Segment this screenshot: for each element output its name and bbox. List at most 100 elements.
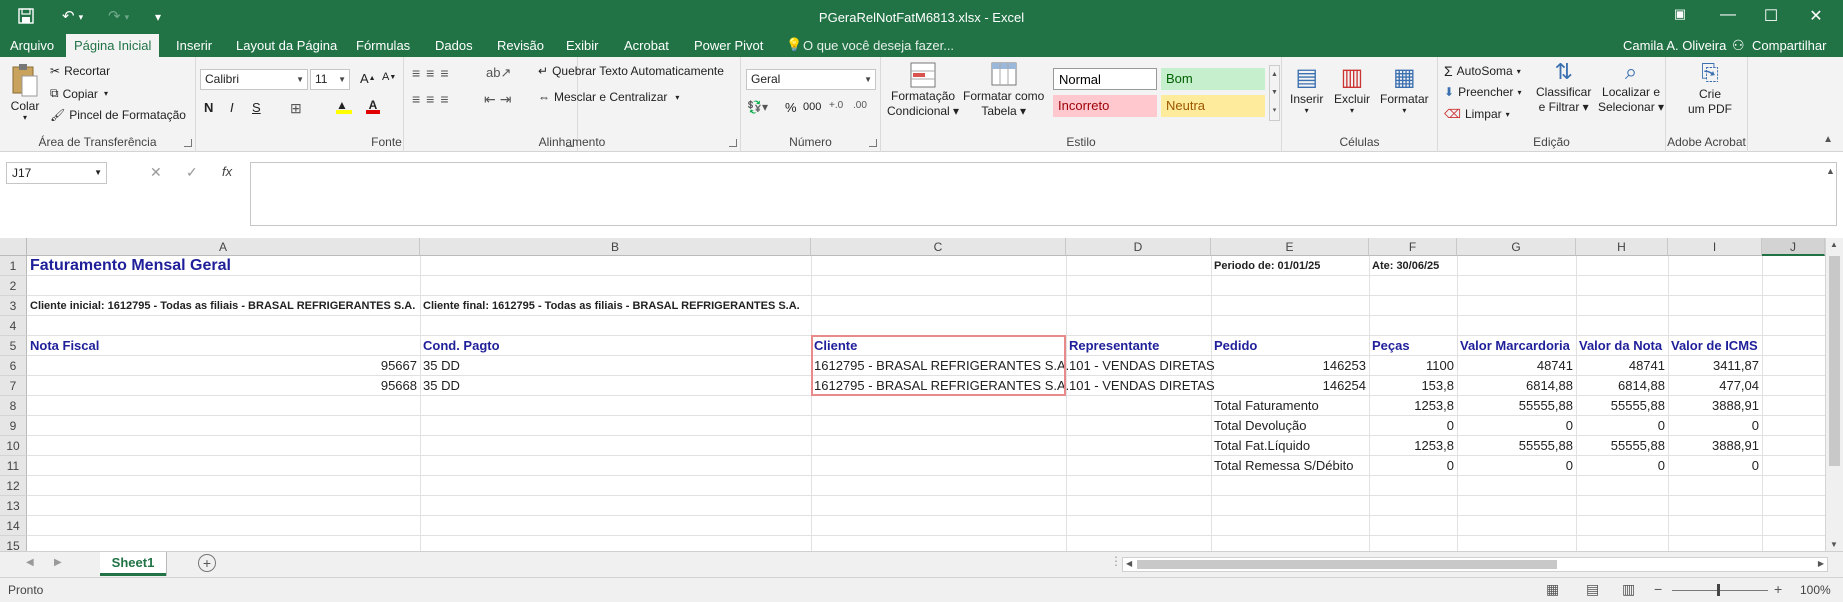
total-value[interactable]: 55555,88 <box>1577 396 1667 416</box>
zoom-level[interactable]: 100% <box>1800 583 1831 597</box>
zoom-in-icon[interactable]: + <box>1774 581 1782 597</box>
total-value[interactable]: 1253,8 <box>1370 396 1456 416</box>
tell-me-input[interactable]: O que você deseja fazer... <box>803 34 954 57</box>
share-icon[interactable]: ⚇ <box>1732 34 1745 57</box>
client-initial[interactable]: Cliente inicial: 1612795 - Todas as fili… <box>28 296 417 316</box>
format-cells-button[interactable]: ▦ Formatar ▾ <box>1380 63 1429 115</box>
cell-valor-icms[interactable]: 3411,87 <box>1669 356 1761 376</box>
alignment-launcher[interactable] <box>729 139 737 147</box>
tab-layout[interactable]: Layout da Página <box>228 34 345 57</box>
font-name-select[interactable]: Calibri ▼ <box>200 69 308 90</box>
h-scroll-thumb[interactable] <box>1137 560 1557 569</box>
number-launcher[interactable] <box>869 139 877 147</box>
autosum-button[interactable]: Σ AutoSoma ▾ <box>1444 63 1521 79</box>
vertical-scrollbar[interactable]: ▲ ▼ <box>1825 238 1843 551</box>
cell-pedido[interactable]: 146254 <box>1212 376 1368 396</box>
currency-icon[interactable]: 💱▾ <box>747 100 768 114</box>
column-header-h[interactable]: H <box>1576 238 1668 256</box>
page-break-icon[interactable]: ▥ <box>1622 581 1635 598</box>
scroll-left-icon[interactable]: ◀ <box>1126 559 1132 568</box>
cancel-icon[interactable]: ✕ <box>150 164 162 181</box>
close-button[interactable]: ✕ <box>1801 6 1831 26</box>
total-label[interactable]: Total Devolução <box>1212 416 1309 436</box>
italic-button[interactable]: I <box>230 100 234 115</box>
total-value[interactable]: 1253,8 <box>1370 436 1456 456</box>
add-sheet-icon[interactable]: + <box>198 554 216 572</box>
total-value[interactable]: 55555,88 <box>1577 436 1667 456</box>
bold-button[interactable]: N <box>204 100 213 115</box>
decimal-increase-icon[interactable]: +.0 <box>829 100 843 111</box>
column-header-g[interactable]: G <box>1457 238 1576 256</box>
cell-representante[interactable]: 101 - VENDAS DIRETAS <box>1067 376 1217 396</box>
column-header-j[interactable]: J <box>1762 238 1825 256</box>
header-valor-nota[interactable]: Valor da Nota <box>1577 336 1664 356</box>
insert-cells-button[interactable]: ▤ Inserir ▾ <box>1290 63 1323 115</box>
share-button[interactable]: Compartilhar <box>1752 34 1826 57</box>
total-value[interactable]: 0 <box>1577 416 1667 436</box>
row-header[interactable]: 3 <box>0 296 27 316</box>
column-header-d[interactable]: D <box>1066 238 1211 256</box>
grow-font-button[interactable]: A ▲ <box>360 71 376 86</box>
column-header-f[interactable]: F <box>1369 238 1457 256</box>
total-value[interactable]: 0 <box>1370 456 1456 476</box>
tab-split-handle[interactable]: ⋮ <box>1110 554 1122 568</box>
cell-cliente[interactable]: 1612795 - BRASAL REFRIGERANTES S.A. <box>812 376 1069 396</box>
thousands-button[interactable]: 000 <box>803 101 821 113</box>
orientation-icon[interactable]: ab↗ <box>486 65 511 81</box>
formula-input[interactable] <box>250 162 1837 226</box>
vertical-align-icons[interactable]: ≡≡≡ <box>412 65 455 81</box>
header-pecas[interactable]: Peças <box>1370 336 1412 356</box>
cell-valor-mercadoria[interactable]: 48741 <box>1458 356 1575 376</box>
minimize-button[interactable]: — <box>1713 6 1743 24</box>
spreadsheet-grid[interactable]: A B C D E F G H I J 1 2 3 4 5 6 7 8 9 10… <box>0 238 1825 551</box>
scroll-right-icon[interactable]: ▶ <box>1818 559 1824 568</box>
shrink-font-button[interactable]: A ▼ <box>382 71 396 83</box>
horizontal-align-icons[interactable]: ≡≡≡ <box>412 91 455 107</box>
cell-nota-fiscal[interactable]: 95667 <box>28 356 419 376</box>
total-value[interactable]: 0 <box>1370 416 1456 436</box>
clear-button[interactable]: ⌫ Limpar ▾ <box>1444 107 1510 121</box>
borders-icon[interactable]: ⊞ <box>290 100 302 117</box>
cell-pecas[interactable]: 1100 <box>1370 356 1456 376</box>
total-value[interactable]: 0 <box>1458 456 1575 476</box>
percent-button[interactable]: % <box>785 100 797 115</box>
underline-button[interactable]: S <box>252 100 261 115</box>
collapse-ribbon-icon[interactable]: ▲ <box>1823 134 1833 145</box>
total-value[interactable]: 55555,88 <box>1458 396 1575 416</box>
style-neutral[interactable]: Neutra <box>1161 95 1265 117</box>
style-normal[interactable]: Normal <box>1053 68 1157 90</box>
style-good[interactable]: Bom <box>1161 68 1265 90</box>
period-end[interactable]: Ate: 30/06/25 <box>1370 256 1441 276</box>
ribbon-display-icon[interactable]: ▣ <box>1665 6 1695 22</box>
row-header[interactable]: 1 <box>0 256 27 276</box>
row-header[interactable]: 2 <box>0 276 27 296</box>
header-cond-pagto[interactable]: Cond. Pagto <box>421 336 502 356</box>
total-value[interactable]: 55555,88 <box>1458 436 1575 456</box>
cell-cliente[interactable]: 1612795 - BRASAL REFRIGERANTES S.A. <box>812 356 1069 376</box>
fill-button[interactable]: ⬇ Preencher ▾ <box>1444 85 1521 99</box>
cell-cond-pagto[interactable]: 35 DD <box>421 376 462 396</box>
tab-inserir[interactable]: Inserir <box>168 34 220 57</box>
tab-pagina-inicial[interactable]: Página Inicial <box>66 34 160 57</box>
column-header-b[interactable]: B <box>420 238 811 256</box>
scroll-thumb[interactable] <box>1829 256 1840 466</box>
find-select-button[interactable]: ⌕ Localizar e Selecionar ▾ <box>1598 59 1664 115</box>
header-representante[interactable]: Representante <box>1067 336 1161 356</box>
total-value[interactable]: 0 <box>1458 416 1575 436</box>
total-value[interactable]: 0 <box>1669 416 1761 436</box>
header-nota-fiscal[interactable]: Nota Fiscal <box>28 336 101 356</box>
tab-dados[interactable]: Dados <box>427 34 481 57</box>
merge-center-button[interactable]: ⇔ Mesclar e Centralizar ▾ <box>538 90 679 104</box>
wrap-text-button[interactable]: ↵ Quebrar Texto Automaticamente <box>538 64 724 78</box>
row-header[interactable]: 10 <box>0 436 27 456</box>
total-label[interactable]: Total Remessa S/Débito <box>1212 456 1355 476</box>
cell-pedido[interactable]: 146253 <box>1212 356 1368 376</box>
conditional-format-button[interactable]: Formatação Condicional ▾ <box>887 61 959 119</box>
cell-valor-nota[interactable]: 48741 <box>1577 356 1667 376</box>
client-final[interactable]: Cliente final: 1612795 - Todas as filiai… <box>421 296 802 316</box>
tab-revisao[interactable]: Revisão <box>489 34 552 57</box>
column-header-a[interactable]: A <box>27 238 420 256</box>
cell-valor-icms[interactable]: 477,04 <box>1669 376 1761 396</box>
period-start[interactable]: Periodo de: 01/01/25 <box>1212 256 1322 276</box>
cell-nota-fiscal[interactable]: 95668 <box>28 376 419 396</box>
